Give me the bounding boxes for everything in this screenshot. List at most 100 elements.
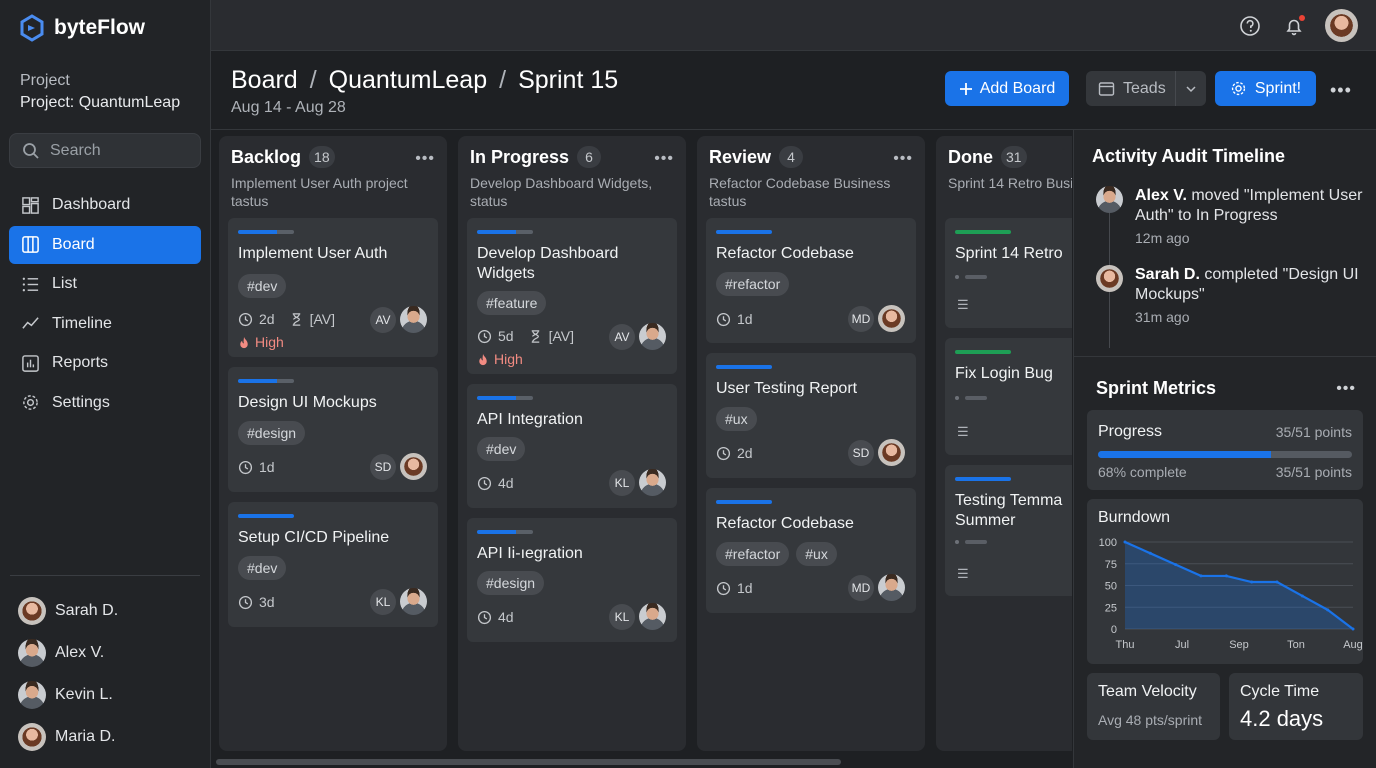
column-count: 4 bbox=[779, 146, 804, 168]
card-meta: 1d bbox=[238, 459, 275, 475]
tag[interactable]: #feature bbox=[477, 291, 547, 315]
tag[interactable]: #refactor bbox=[716, 542, 790, 566]
sidebar-item-label: Settings bbox=[52, 393, 110, 411]
task-card[interactable]: Testing Temma Summer ☰ bbox=[945, 465, 1072, 596]
sprint-button[interactable]: Sprint! bbox=[1215, 71, 1316, 106]
task-card[interactable]: Setup CI/CD Pipeline #dev 3d KL bbox=[228, 502, 438, 627]
progress-strip bbox=[238, 379, 294, 383]
checklist-icon: ☰ bbox=[957, 297, 969, 312]
tag[interactable]: #dev bbox=[477, 437, 526, 461]
task-card[interactable]: Develop Dashboard Widgets #feature 5d [A… bbox=[467, 218, 677, 374]
sidebar-item-label: Dashboard bbox=[52, 196, 131, 213]
card-meta: 1d bbox=[716, 311, 753, 327]
search-input[interactable]: Search bbox=[9, 133, 201, 168]
clock-icon bbox=[238, 595, 253, 609]
member-alex[interactable]: Alex V. bbox=[18, 632, 118, 674]
activity-user: Alex V. bbox=[1135, 187, 1187, 204]
cycle-title: Cycle Time bbox=[1240, 683, 1320, 700]
clock-icon bbox=[238, 460, 253, 474]
task-card[interactable]: Refactor Codebase #refactor 1d MD bbox=[706, 218, 916, 343]
column-title: Review bbox=[709, 146, 772, 167]
sidebar-item-label: Board bbox=[52, 235, 95, 253]
breadcrumb-project[interactable]: QuantumLeap bbox=[329, 66, 487, 95]
activity-time: 12m ago bbox=[1135, 230, 1190, 246]
task-card[interactable]: User Testing Report #ux 2d SD bbox=[706, 353, 916, 478]
column-more-icon[interactable]: ••• bbox=[654, 150, 674, 168]
panel-divider bbox=[1074, 356, 1376, 357]
metrics-title: Sprint Metrics bbox=[1096, 378, 1217, 398]
avatar[interactable] bbox=[878, 439, 905, 466]
task-card[interactable]: Refactor Codebase #refactor #ux 1d MD bbox=[706, 488, 916, 613]
avatar[interactable] bbox=[639, 323, 666, 350]
help-button[interactable] bbox=[1237, 13, 1263, 39]
sidebar-item-label: Timeline bbox=[52, 314, 112, 332]
more-options-icon[interactable]: ••• bbox=[1330, 80, 1352, 101]
task-card[interactable]: Sprint 14 Retro ☰ bbox=[945, 218, 1072, 328]
task-card[interactable]: Implement User Auth #dev 2d [AV] High AV bbox=[228, 218, 438, 357]
y-tick-label: 100 bbox=[1099, 537, 1117, 549]
avatar[interactable] bbox=[878, 305, 905, 332]
tag[interactable]: #refactor bbox=[716, 272, 790, 296]
teams-dropdown[interactable]: Teads bbox=[1086, 71, 1206, 106]
sidebar-item-dashboard[interactable]: Dashboard bbox=[9, 186, 201, 224]
x-tick-label: Aug bbox=[1343, 639, 1363, 651]
metrics-more-icon[interactable]: ••• bbox=[1336, 380, 1356, 398]
notifications-button[interactable] bbox=[1281, 13, 1307, 39]
tag[interactable]: #dev bbox=[238, 556, 287, 580]
sidebar-item-reports[interactable]: Reports bbox=[9, 344, 201, 382]
app-logo[interactable]: byteFlow bbox=[18, 14, 145, 42]
column-more-icon[interactable]: ••• bbox=[893, 150, 913, 168]
sidebar-item-timeline[interactable]: Timeline bbox=[9, 305, 201, 343]
avatar[interactable] bbox=[400, 306, 427, 333]
add-board-button[interactable]: Add Board bbox=[945, 71, 1069, 106]
member-sarah[interactable]: Sarah D. bbox=[18, 590, 118, 632]
progress-strip bbox=[955, 477, 1011, 481]
app-name: byteFlow bbox=[54, 16, 146, 39]
tag[interactable]: #design bbox=[477, 571, 545, 595]
card-tags: #dev bbox=[238, 274, 287, 298]
sidebar-item-settings[interactable]: Settings bbox=[9, 384, 201, 422]
progress-strip bbox=[955, 230, 1011, 234]
avatar[interactable] bbox=[400, 453, 427, 480]
avatar[interactable] bbox=[878, 574, 905, 601]
member-maria[interactable]: Maria D. bbox=[18, 716, 118, 758]
project-name[interactable]: Project: QuantumLeap bbox=[20, 94, 180, 112]
card-tags: #design bbox=[477, 571, 545, 595]
avatar[interactable] bbox=[400, 588, 427, 615]
column-in-progress: In Progress 6 ••• Develop Dashboard Widg… bbox=[458, 136, 686, 751]
progress-label: Progress bbox=[1098, 423, 1163, 440]
burndown-point bbox=[1351, 627, 1355, 631]
avatar bbox=[18, 723, 46, 751]
tag[interactable]: #dev bbox=[238, 274, 287, 298]
x-tick-label: Thu bbox=[1116, 639, 1135, 651]
placeholder-line bbox=[965, 540, 987, 544]
task-card[interactable]: API Ii-ıegration #design 4d KL bbox=[467, 518, 677, 642]
sidebar-item-board[interactable]: Board bbox=[9, 225, 201, 264]
tag[interactable]: #design bbox=[238, 421, 306, 445]
sidebar-item-list[interactable]: List bbox=[9, 265, 201, 303]
progress-bar bbox=[1098, 451, 1352, 458]
activity-time: 31m ago bbox=[1135, 309, 1190, 325]
column-more-icon[interactable]: ••• bbox=[415, 150, 435, 168]
avatar bbox=[18, 639, 46, 667]
breadcrumb-board[interactable]: Board bbox=[231, 66, 298, 95]
progress-percent: 68% complete bbox=[1098, 464, 1187, 480]
tag[interactable]: #ux bbox=[716, 407, 757, 431]
task-card[interactable]: Fix Login Bug ☰ bbox=[945, 338, 1072, 455]
user-avatar[interactable] bbox=[1325, 9, 1358, 42]
task-card[interactable]: Design UI Mockups #design 1d SD bbox=[228, 367, 438, 492]
board-horizontal-scrollbar[interactable] bbox=[216, 759, 841, 765]
burndown-point bbox=[1199, 574, 1203, 578]
avatar[interactable] bbox=[639, 603, 666, 630]
teams-button[interactable]: Teads bbox=[1086, 71, 1176, 106]
search-icon bbox=[23, 142, 39, 159]
placeholder-line bbox=[965, 396, 987, 400]
clock-icon bbox=[716, 581, 731, 595]
tag[interactable]: #ux bbox=[796, 542, 837, 566]
avatar[interactable] bbox=[639, 469, 666, 496]
member-kevin[interactable]: Kevin L. bbox=[18, 674, 118, 716]
card-title: Setup CI/CD Pipeline bbox=[238, 529, 390, 546]
teams-dropdown-toggle[interactable] bbox=[1176, 83, 1206, 95]
task-card[interactable]: API Integration #dev 4d KL bbox=[467, 384, 677, 508]
sidebar-nav: Dashboard Board List Timeline Reports Se… bbox=[9, 186, 201, 424]
